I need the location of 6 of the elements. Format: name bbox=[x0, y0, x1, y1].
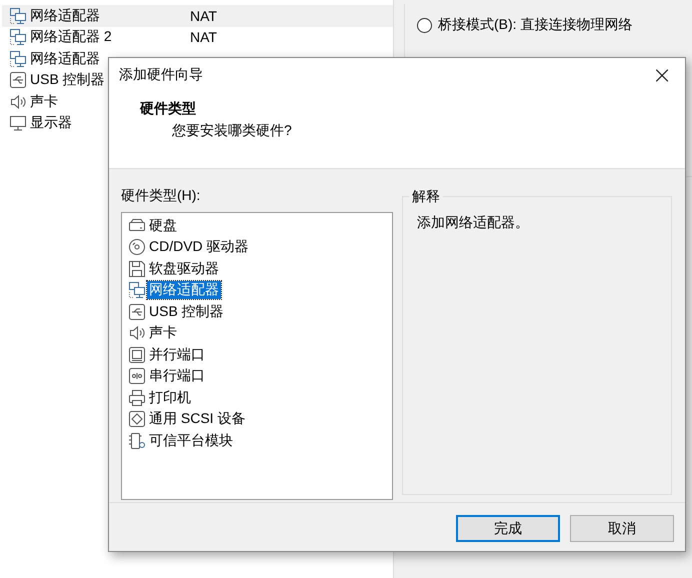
explanation-text: 添加网络适配器。 bbox=[417, 214, 530, 232]
window-title: 添加硬件向导 bbox=[119, 66, 203, 84]
group-title: 解释 bbox=[409, 188, 443, 206]
header-title: 硬件类型 bbox=[140, 100, 197, 118]
header-subtitle: 您要安装哪类硬件? bbox=[171, 121, 293, 140]
list-label: 硬件类型(H): bbox=[121, 187, 202, 205]
